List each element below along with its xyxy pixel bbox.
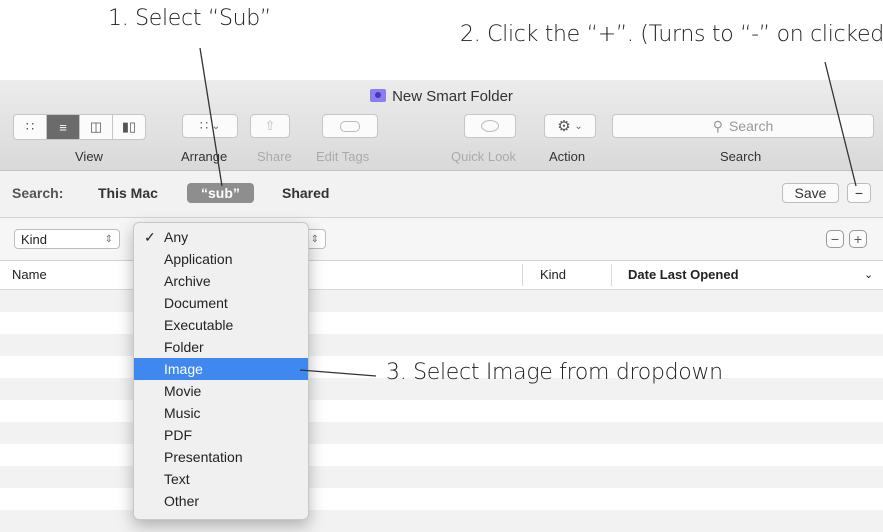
- pointer-line-step3: [299, 369, 377, 377]
- pointer-line-step1: [199, 47, 223, 187]
- annotation-pointers: [199, 47, 857, 377]
- pointer-line-step2: [824, 61, 857, 187]
